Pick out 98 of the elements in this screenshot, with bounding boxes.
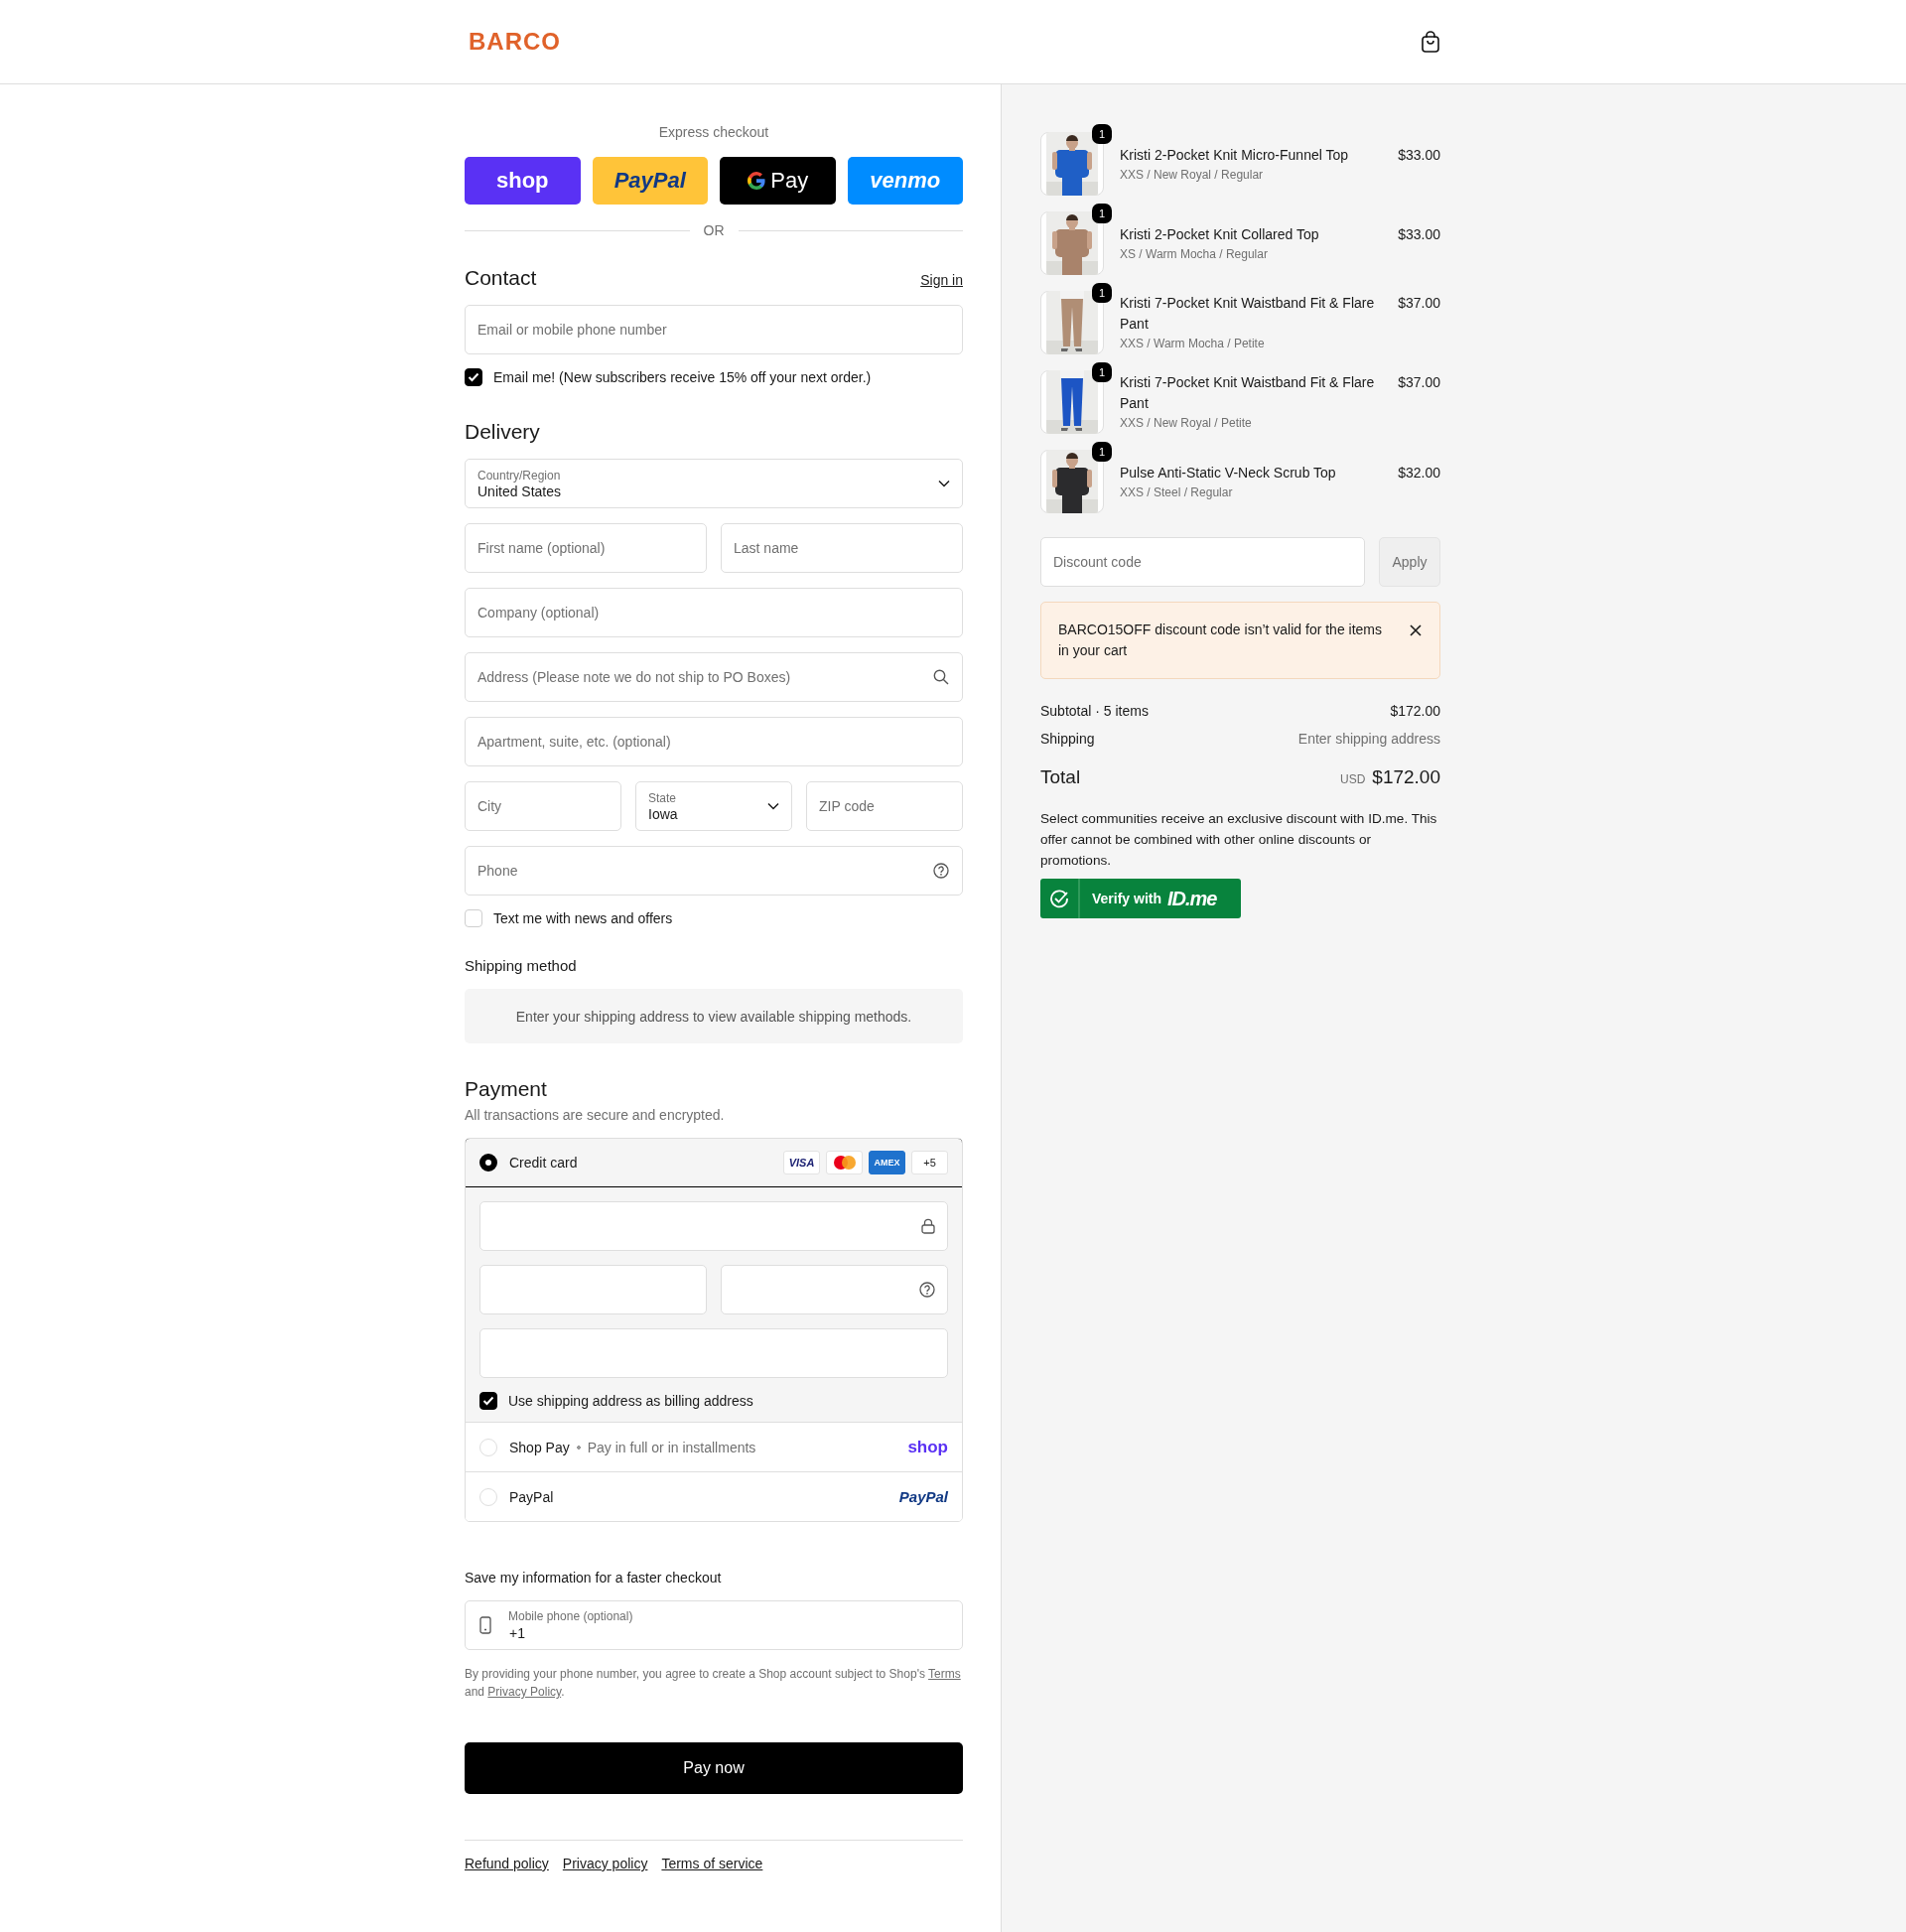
- cart-button[interactable]: [1421, 30, 1440, 53]
- info-notice: Enter your shipping address to view available shipping methods.: [465, 989, 963, 1043]
- payment-option-label: PayPal: [509, 1488, 554, 1505]
- quantity-badge: 1: [1092, 283, 1112, 303]
- legal-text: By providing your phone number, you agree to create a Shop account subject to Shop's Terms and Privacy Policy.: [465, 1666, 962, 1701]
- summary-label: Subtotal · 5 items: [1040, 703, 1149, 719]
- divider-label: OR: [465, 222, 963, 238]
- help-icon: [919, 1282, 935, 1298]
- summary-label: Shipping: [1040, 731, 1095, 747]
- footer-link[interactable]: Refund policy: [465, 1856, 549, 1871]
- section-heading: Payment: [465, 1077, 548, 1101]
- section-heading: Save my information for a faster checkout: [465, 1570, 723, 1586]
- paypal-logo: PayPal: [898, 1488, 948, 1505]
- summary-value: $172.00: [1390, 703, 1440, 719]
- input-field[interactable]: [721, 1265, 948, 1314]
- paypal-button[interactable]: PayPal: [592, 157, 708, 205]
- sign-in-link[interactable]: Sign in: [920, 272, 963, 288]
- product-name: Kristi 7-Pocket Knit Waistband Fit & Flare Pant: [1120, 373, 1376, 413]
- phone-icon: [479, 1616, 491, 1634]
- product-price: $33.00: [1398, 224, 1440, 244]
- quantity-badge: 1: [1092, 362, 1112, 382]
- total-label: Total: [1040, 766, 1081, 788]
- card-brand-logo: AMEX: [869, 1151, 905, 1174]
- pay-now-button[interactable]: Pay now: [465, 1742, 963, 1794]
- help-icon: [933, 863, 949, 879]
- dropdown[interactable]: State Iowa: [635, 781, 792, 831]
- checkbox[interactable]: [465, 368, 482, 386]
- phone-field[interactable]: Phone: [465, 846, 963, 896]
- product-variant: XS / Warm Mocha / Regular: [1120, 245, 1269, 263]
- quantity-badge: 1: [1092, 204, 1112, 223]
- option-detail: Pay in full or in installments: [575, 1439, 756, 1455]
- check-circle-icon: [1049, 889, 1069, 908]
- promo-text: Select communities receive an exclusive discount with ID.me. This offer cannot be combined with other online discounts or promotions.: [1040, 810, 1438, 870]
- product-price: $37.00: [1398, 294, 1440, 313]
- product-price: $33.00: [1398, 145, 1440, 165]
- input-field[interactable]: First name (optional): [465, 523, 707, 573]
- checkbox-label: Text me with news and offers: [493, 910, 673, 926]
- check-icon: [482, 1396, 494, 1406]
- email-field[interactable]: Email or mobile phone number: [465, 305, 963, 354]
- payment-option-label: Credit card: [509, 1155, 578, 1171]
- verify-button[interactable]: Verify with ID.me: [1040, 879, 1241, 918]
- card-logo-icon: [833, 1156, 856, 1170]
- product-variant: XXS / Steel / Regular: [1120, 483, 1234, 501]
- google-pay-button[interactable]: Pay: [720, 157, 836, 205]
- chevron-icon: [938, 480, 950, 487]
- g-logo-icon: [747, 171, 767, 191]
- product-price: $32.00: [1398, 463, 1440, 483]
- section-heading: Contact: [465, 266, 537, 290]
- checkbox-label: Use shipping address as billing address: [508, 1393, 753, 1409]
- section-heading: Shipping method: [465, 957, 578, 974]
- chevron-icon: [767, 802, 779, 810]
- input-field[interactable]: Apartment, suite, etc. (optional): [465, 717, 963, 766]
- discount-code-field[interactable]: Discount code: [1040, 537, 1365, 587]
- section-heading: Delivery: [465, 420, 541, 444]
- product-variant: XXS / Warm Mocha / Petite: [1120, 336, 1266, 352]
- footer-link[interactable]: Privacy policy: [562, 1856, 648, 1871]
- lock-icon: [921, 1218, 935, 1234]
- total-value: $172.00: [1372, 766, 1440, 788]
- product-name: Pulse Anti-Static V-Neck Scrub Top: [1120, 463, 1336, 483]
- product-name: Kristi 2-Pocket Knit Collared Top: [1120, 224, 1319, 244]
- input-field[interactable]: [479, 1328, 948, 1378]
- input-field[interactable]: [479, 1265, 707, 1314]
- logo[interactable]: BARCO: [469, 27, 561, 56]
- input-field[interactable]: ZIP code: [806, 781, 963, 831]
- input-field[interactable]: City: [465, 781, 621, 831]
- shop-pay-button[interactable]: shop: [465, 157, 581, 205]
- footer-link[interactable]: Terms of service: [661, 1856, 763, 1871]
- shop-pay-logo: shop: [907, 1437, 948, 1457]
- apply-button[interactable]: Apply: [1379, 537, 1440, 587]
- input-field[interactable]: Company (optional): [465, 588, 963, 637]
- quantity-badge: 1: [1092, 124, 1112, 144]
- field-label: Mobile phone (optional): [508, 1609, 633, 1623]
- card-brand-logo: VISA: [783, 1151, 820, 1174]
- alert-message: BARCO15OFF discount code isn’t valid for the items in your cart: [1058, 621, 1384, 660]
- product-price: $37.00: [1398, 373, 1440, 392]
- payment-option-label: Shop Pay: [509, 1439, 570, 1455]
- section-subtitle: All transactions are secure and encrypted.: [465, 1107, 726, 1123]
- checkbox-label: Email me! (New subscribers receive 15% off your next order.): [493, 369, 872, 385]
- dropdown[interactable]: Country/Region United States: [465, 459, 963, 508]
- input-field[interactable]: Last name: [721, 523, 963, 573]
- section-label: Express checkout: [657, 124, 770, 140]
- close-icon: [1409, 623, 1423, 637]
- product-variant: XXS / New Royal / Regular: [1120, 166, 1265, 184]
- radio-button[interactable]: [479, 1154, 497, 1172]
- product-name: Kristi 7-Pocket Knit Waistband Fit & Flare Pant: [1120, 294, 1376, 334]
- summary-value: Enter shipping address: [1297, 731, 1440, 747]
- address-field[interactable]: Address (Please note we do not ship to PO Boxes): [465, 652, 963, 702]
- search-icon: [933, 669, 949, 685]
- product-variant: XXS / New Royal / Petite: [1120, 415, 1253, 432]
- quantity-badge: 1: [1092, 442, 1112, 462]
- input-field[interactable]: [479, 1201, 948, 1251]
- more-brands-badge: +5: [911, 1151, 948, 1174]
- checkbox[interactable]: [479, 1392, 497, 1410]
- currency-label: USD: [1339, 772, 1366, 786]
- policy-link[interactable]: Terms: [928, 1667, 961, 1681]
- check-icon: [468, 372, 479, 382]
- shopping-bag-icon: [1421, 30, 1440, 53]
- product-name: Kristi 2-Pocket Knit Micro-Funnel Top: [1120, 145, 1349, 165]
